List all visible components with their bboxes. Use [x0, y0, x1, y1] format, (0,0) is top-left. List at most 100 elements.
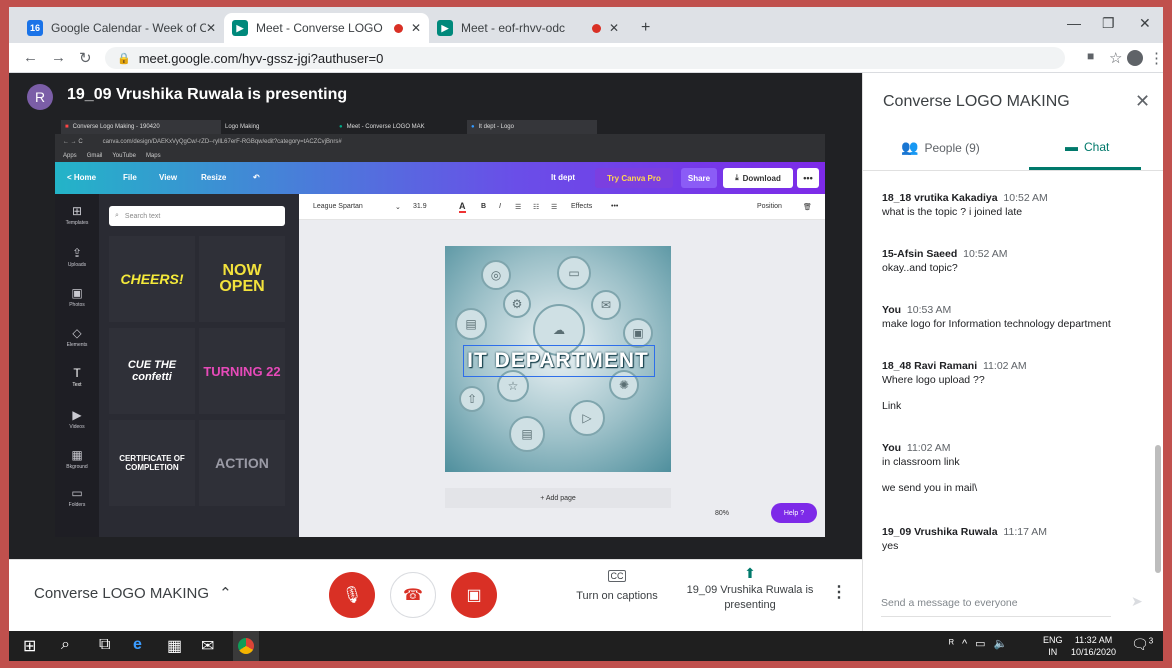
font-size: 31.9 — [413, 203, 427, 210]
position-button: Position — [757, 203, 782, 210]
forward-icon[interactable]: → — [51, 49, 66, 66]
address-bar: ← → ↻ 🔒 meet.google.com/hyv-gssz-jgi?aut… — [9, 43, 1163, 73]
system-tray: ᴿ ^ ▭ 🔈 — [949, 637, 1008, 651]
tab-meet-eof[interactable]: ▶ Meet - eof-rhvv-odc ✕ — [429, 13, 627, 43]
tab-google-calendar[interactable]: 16 Google Calendar - Week of Octo ✕ — [19, 13, 224, 43]
camera-off-button[interactable]: ▣ — [451, 572, 497, 618]
canva-file: File — [123, 173, 137, 182]
url-field[interactable]: 🔒 meet.google.com/hyv-gssz-jgi?authuser=… — [105, 47, 1065, 69]
chevron-up-icon: ⌃ — [219, 585, 232, 602]
monitor-icon: ▭ — [557, 256, 591, 290]
meet-icon: ▶ — [437, 20, 453, 36]
chat-message: 18_48 Ravi Ramani 11:02 AM Where logo up… — [882, 360, 1027, 412]
chat-scrollbar[interactable] — [1155, 445, 1161, 573]
canva-resize: Resize — [201, 173, 227, 182]
chat-message: 15-Afsin Saeed 10:52 AM okay..and topic? — [882, 248, 1008, 274]
presenting-button[interactable]: ⬆ 19_09 Vrushika Ruwala is presenting — [685, 566, 815, 613]
template-tile: TURNING 22 — [199, 328, 285, 414]
close-tab-icon[interactable]: ✕ — [206, 21, 216, 35]
camera-icon[interactable]: ■ — [1087, 49, 1094, 63]
camera-off-icon: ▣ — [466, 587, 482, 604]
shared-bookmarks-bar: Apps Gmail YouTube Maps — [55, 150, 825, 162]
zoom-level: 80% — [715, 510, 730, 517]
mic-off-button[interactable]: 🎙 — [329, 572, 375, 618]
more-icon: ••• — [611, 203, 619, 210]
effects-button: Effects — [571, 203, 593, 210]
edge-icon[interactable]: e — [133, 636, 142, 654]
more-options-icon[interactable]: ⋮ — [831, 582, 847, 602]
captions-icon: CC — [608, 570, 626, 582]
presentation-area: R 19_09 Vrushika Ruwala is presenting ■ C… — [9, 73, 862, 559]
windows-start-icon[interactable]: ⊞ — [23, 636, 36, 656]
notifications-icon[interactable]: 🗨3 — [1131, 636, 1153, 653]
store-icon[interactable]: ▦ — [167, 636, 182, 656]
tab-meet-converse[interactable]: ▶ Meet - Converse LOGO MAK ✕ — [224, 13, 429, 43]
canva-side-templates: ⊞ Templates — [65, 204, 89, 226]
template-tile: CHEERS! — [109, 236, 195, 322]
close-tab-icon[interactable]: ✕ — [411, 21, 421, 35]
canva-text-panel: ⌕ Search text CHEERS! NOW OPEN CUE THE co… — [99, 194, 299, 537]
close-tab-icon[interactable]: ✕ — [609, 21, 619, 35]
task-view-icon[interactable]: ⧉ — [99, 636, 110, 654]
chevron-down-icon: ⌄ — [395, 204, 401, 211]
canva-sidebar: ⊞ Templates ⇪ Uploads ▣ Photos ◇ Elements TT… — [55, 194, 99, 537]
canva-download: ⤓ Download — [723, 168, 793, 188]
template-tile: CERTIFICATE OF COMPLETION — [109, 420, 195, 506]
italic-icon: I — [499, 203, 501, 210]
language-indicator[interactable]: ENG IN — [1043, 634, 1063, 658]
upload-icon: ⇧ — [459, 386, 485, 412]
add-page-button: + Add page — [445, 488, 671, 508]
tab-chat[interactable]: ▬ Chat — [1065, 139, 1109, 154]
panel-title: Converse LOGO MAKING — [883, 93, 1070, 110]
tab-people[interactable]: 👥 People (9) — [901, 139, 980, 156]
restore-icon[interactable]: ❐ — [1102, 15, 1115, 32]
chevron-up-icon[interactable]: ^ — [962, 638, 967, 650]
chat-message: 19_09 Vrushika Ruwala 11:17 AM yes — [882, 526, 1048, 552]
selection-box — [463, 345, 655, 377]
profile-avatar[interactable] — [1127, 50, 1143, 66]
volume-icon[interactable]: 🔈 — [994, 637, 1008, 650]
chat-message-input[interactable]: Send a message to everyone — [881, 597, 1111, 617]
chat-panel: Converse LOGO MAKING ✕ 👥 People (9) ▬ Chat… — [862, 73, 1163, 631]
shared-tab: ● It dept - Logo — [467, 120, 597, 134]
reload-icon[interactable]: ↻ — [79, 49, 92, 67]
canva-side-elements: ◇ Elements — [66, 326, 88, 348]
captions-button[interactable]: CC Turn on captions — [567, 570, 667, 602]
play-icon: ▷ — [569, 400, 605, 436]
send-icon[interactable]: ➤ — [1131, 593, 1143, 610]
close-panel-icon[interactable]: ✕ — [1135, 91, 1150, 112]
search-icon: ⌕ — [115, 212, 119, 219]
windows-taskbar: ⊞ ⌕ ⧉ e ▦ ✉ ᴿ ^ ▭ 🔈 ENG IN 11:32 AM 10/16/… — [9, 631, 1163, 661]
canva-design-name: It dept — [551, 173, 575, 182]
bookmark-star-icon[interactable]: ☆ — [1109, 49, 1122, 67]
network-icon[interactable]: ▭ — [975, 637, 985, 650]
search-icon[interactable]: ⌕ — [61, 636, 70, 654]
people-tray-icon[interactable]: ᴿ — [949, 638, 954, 650]
compass-icon: ◎ — [481, 260, 511, 290]
canva-side-uploads: ⇪ Uploads — [67, 246, 87, 268]
close-window-icon[interactable]: ✕ — [1139, 15, 1151, 32]
canva-try-pro: Try Canva Pro — [595, 168, 673, 188]
template-tile: NOW OPEN — [199, 236, 285, 322]
chrome-icon[interactable] — [233, 631, 259, 661]
minimize-icon[interactable]: — — [1067, 15, 1081, 31]
design-page: ◎ ▭ ✉ ▤ ⚙ ☁ ▣ ✺ ☆ ⇧ ▷ ▤ IT DEPARTMENT — [445, 246, 671, 472]
mail-icon[interactable]: ✉ — [201, 636, 214, 656]
clock[interactable]: 11:32 AM 10/16/2020 — [1071, 634, 1116, 658]
spacing-icon: ☰ — [551, 204, 558, 211]
browser-menu-icon[interactable]: ⋮ — [1149, 49, 1163, 67]
phone-hangup-icon: ☎ — [403, 587, 423, 604]
font-select: League Spartan — [313, 203, 363, 210]
shared-screen: ■ Converse Logo Making - 190420 Logo Maki… — [55, 117, 825, 537]
meeting-details[interactable]: Converse LOGO MAKING ⌃ — [34, 584, 232, 602]
leave-call-button[interactable]: ☎ — [390, 572, 436, 618]
presenter-avatar: R — [27, 84, 53, 110]
template-tile: CUE THE confetti — [109, 328, 195, 414]
new-tab-button[interactable]: + — [633, 13, 663, 43]
back-icon[interactable]: ← — [23, 49, 38, 66]
shared-tab: ● Meet - Converse LOGO MAK — [339, 124, 425, 130]
canva-menu-bar: < Home File View Resize ↶ It dept Try Ca… — [55, 162, 825, 194]
tab-label: Google Calendar - Week of Octo — [51, 21, 206, 35]
browser-window-icon: ▤ — [455, 308, 487, 340]
tab-label: Meet - eof-rhvv-odc — [461, 21, 566, 35]
